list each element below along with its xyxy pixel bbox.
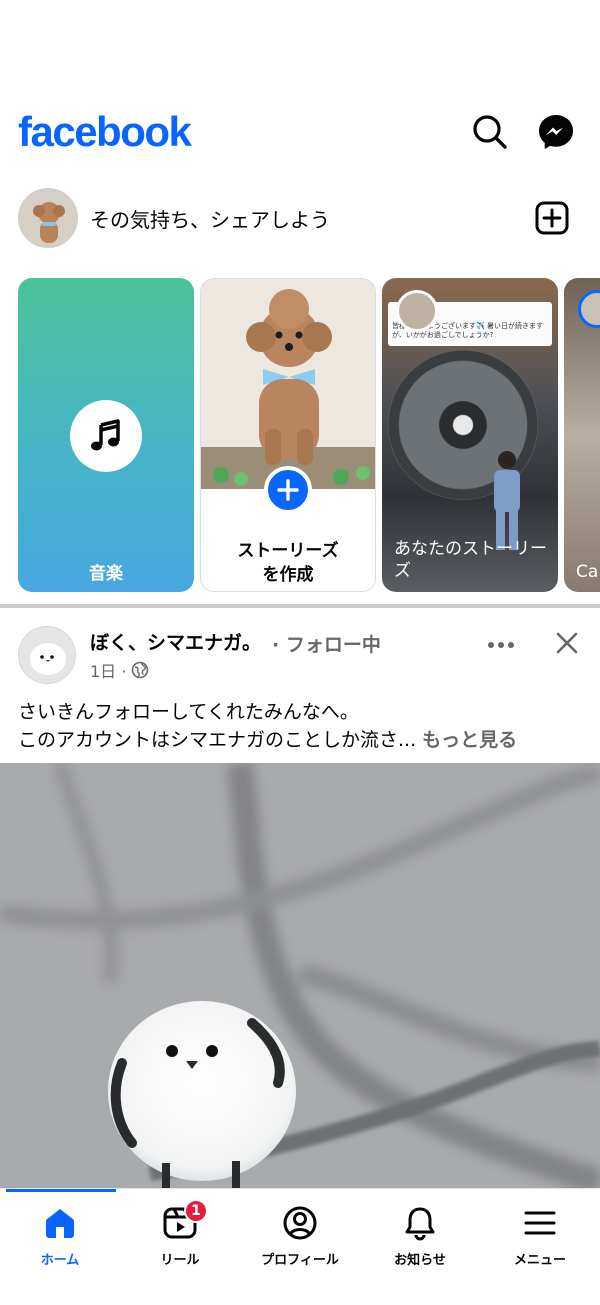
tab-home-label: ホーム (40, 1253, 80, 1268)
music-note-icon (70, 400, 142, 472)
friend-story-card[interactable]: Ca (564, 278, 600, 592)
post-composer[interactable]: その気持ち、シェアしよう (0, 186, 600, 248)
post-text-line1: さいきんフォローしてくれたみんなへ。 (18, 701, 359, 723)
user-avatar[interactable] (18, 188, 78, 248)
reels-icon: 1 (160, 1199, 208, 1243)
create-story-card[interactable]: ストーリーズ を作成 (200, 278, 376, 592)
home-icon (40, 1203, 80, 1243)
reels-badge: 1 (184, 1199, 208, 1223)
post-time[interactable]: 1日 · (90, 658, 126, 682)
post-text-line2-wrap: このアカウントはシマエナガのことしか流さ... もっと見る (18, 726, 588, 754)
tab-reels-label: リール (160, 1253, 200, 1268)
search-icon[interactable] (470, 112, 510, 152)
messenger-icon[interactable] (536, 112, 576, 152)
profile-icon (280, 1203, 320, 1243)
story-music-card[interactable]: 音楽 (18, 278, 194, 592)
status-bar-area (0, 0, 600, 96)
post-text: さいきんフォローしてくれたみんなへ。 このアカウントはシマエナガのことしか流さ.… (18, 698, 588, 754)
post-author-name[interactable]: ぼく、シマエナガ。 (90, 628, 261, 655)
post-header: ぼく、シマエナガ。 · フォロー中 1日 · (0, 624, 600, 690)
post-text-line2: このアカウントはシマエナガのことしか流さ... (18, 729, 417, 751)
create-story-label: ストーリーズ を作成 (201, 539, 375, 587)
feed-divider (0, 604, 600, 608)
your-story-label: あなたのストーリーズ (394, 539, 547, 581)
top-header: facebook (0, 96, 600, 170)
tab-notifications-label: お知らせ (394, 1253, 446, 1268)
stories-tray: 音楽 ストーリーズ を作成 皆様、おはようございます✈️ 暑い日が続きますが、い… (0, 278, 600, 594)
menu-icon (520, 1203, 560, 1243)
composer-placeholder[interactable]: その気持ち、シェアしよう (90, 204, 330, 233)
tab-menu-label: メニュー (513, 1253, 566, 1268)
tab-profile[interactable]: プロフィール (240, 1203, 360, 1273)
tab-menu[interactable]: メニュー (480, 1203, 600, 1273)
tab-home[interactable]: ホーム (0, 1203, 120, 1273)
see-more-link[interactable]: もっと見る (422, 729, 517, 751)
post-image[interactable] (0, 763, 600, 1189)
create-story-label-line1: ストーリーズ (237, 541, 339, 561)
bottom-tab-bar: ホーム 1 リール プロフィール お知らせ メニュー (0, 1188, 600, 1305)
close-icon[interactable] (550, 626, 584, 660)
post-meta: 1日 · (90, 658, 149, 682)
friend-story-avatar (578, 290, 600, 328)
globe-icon (131, 661, 149, 679)
active-tab-indicator (6, 1189, 116, 1192)
more-options-icon[interactable] (484, 630, 518, 660)
create-story-label-line2: を作成 (262, 565, 314, 585)
friend-story-label: Ca (576, 562, 599, 582)
tab-reels[interactable]: 1 リール (120, 1199, 240, 1273)
create-story-plus-icon[interactable] (264, 466, 312, 514)
your-story-card[interactable]: 皆様、おはようございます✈️ 暑い日が続きますが、いかがお過ごしでしょうか? あ… (382, 278, 558, 592)
add-post-icon[interactable] (532, 198, 572, 238)
post-follow-status: · フォロー中 (272, 634, 381, 656)
your-story-avatar (396, 290, 438, 332)
bell-icon (400, 1203, 440, 1243)
create-story-photo (201, 279, 375, 489)
story-music-label: 音楽 (89, 564, 123, 584)
facebook-logo[interactable]: facebook (18, 108, 192, 156)
post-author-avatar[interactable] (18, 626, 76, 684)
tab-profile-label: プロフィール (261, 1253, 339, 1268)
tab-notifications[interactable]: お知らせ (360, 1203, 480, 1273)
